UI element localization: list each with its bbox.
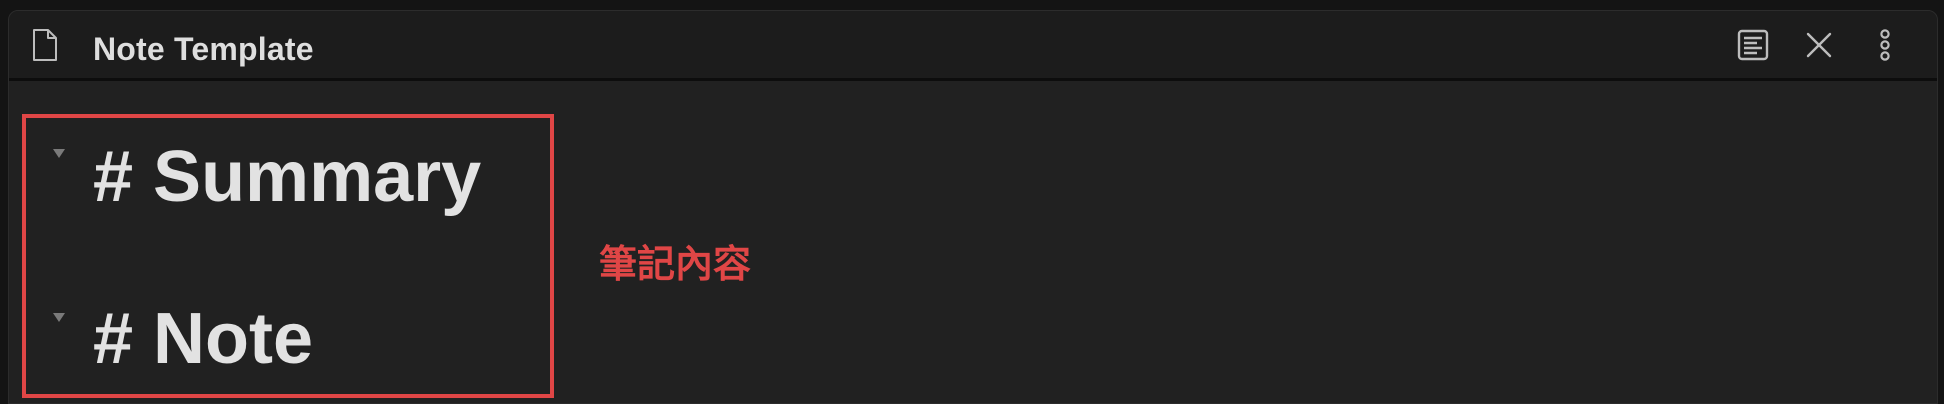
more-options-button[interactable] — [1867, 27, 1903, 63]
title-bar: Note Template — [9, 11, 1937, 81]
reading-view-button[interactable] — [1735, 27, 1771, 63]
reading-view-icon — [1735, 27, 1771, 63]
more-options-icon — [1867, 27, 1903, 63]
fold-toggle-icon[interactable] — [53, 149, 65, 158]
file-icon — [31, 28, 59, 62]
note-title: Note Template — [93, 31, 314, 67]
heading-note[interactable]: # Note — [93, 303, 313, 375]
editor-area[interactable]: # Summary # Note 筆記內容 — [9, 81, 1937, 403]
heading-summary[interactable]: # Summary — [93, 141, 481, 213]
fold-toggle-icon[interactable] — [53, 313, 65, 322]
annotation-label: 筆記內容 — [599, 242, 752, 286]
close-icon — [1801, 27, 1837, 63]
note-window: Note Template # Summary # Note 筆記內容 — [8, 10, 1938, 404]
close-button[interactable] — [1801, 27, 1837, 63]
